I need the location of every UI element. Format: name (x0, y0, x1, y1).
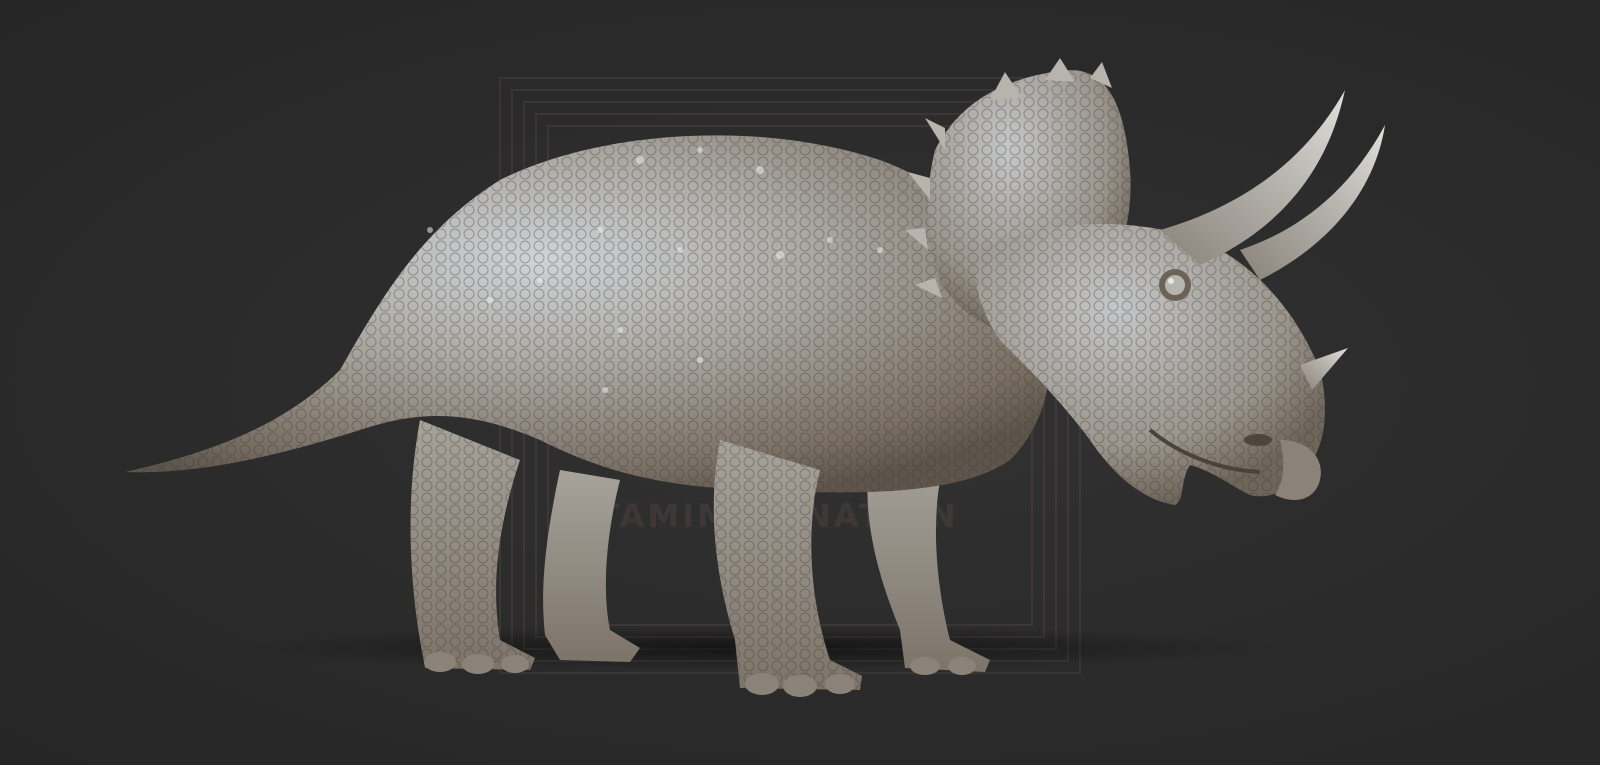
triceratops-icon (125, 58, 1385, 697)
render-viewport: TAMIMAGINATION (0, 0, 1600, 765)
